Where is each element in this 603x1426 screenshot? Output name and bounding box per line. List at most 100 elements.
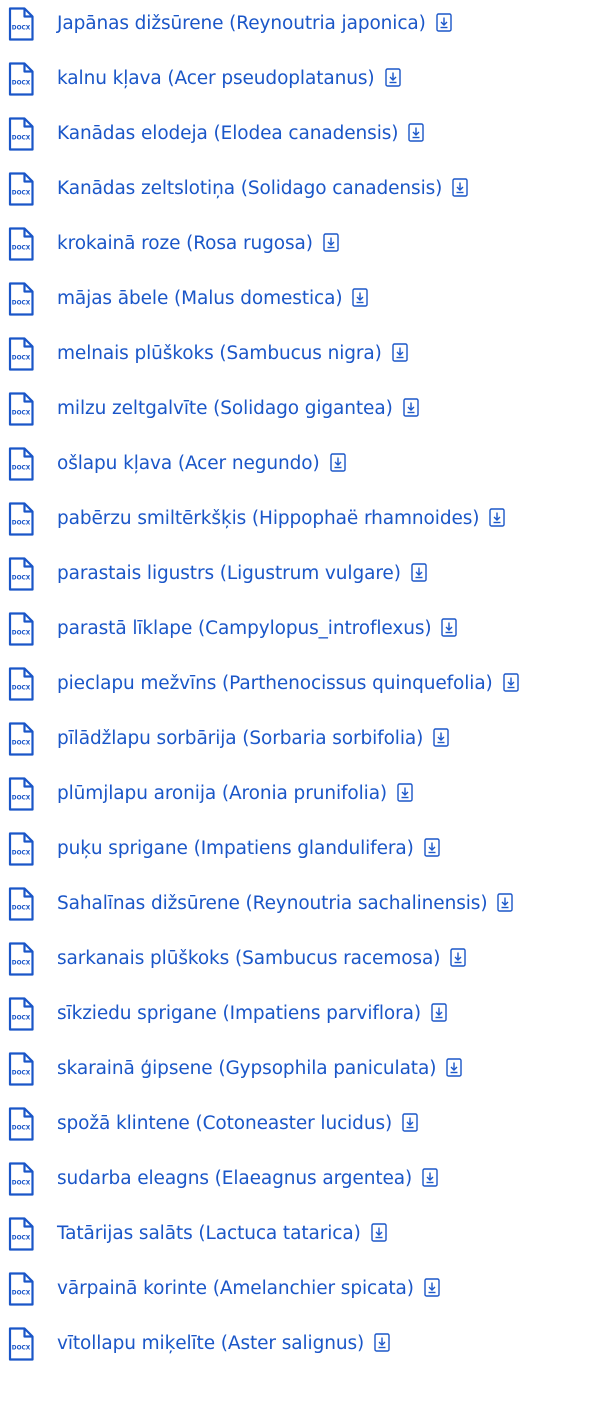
document-link[interactable]: Sahalīnas dižsūrene (Reynoutria sachalin… bbox=[57, 892, 514, 916]
file-type-badge: DOCX bbox=[12, 1071, 31, 1077]
download-icon[interactable] bbox=[402, 1113, 418, 1132]
download-icon[interactable] bbox=[497, 893, 514, 912]
document-link[interactable]: pieclapu mežvīns (Parthenocissus quinque… bbox=[57, 672, 519, 696]
docx-file-icon[interactable]: DOCX bbox=[8, 557, 34, 591]
document-link[interactable]: ošlapu kļava (Acer negundo) bbox=[57, 452, 346, 476]
download-icon[interactable] bbox=[424, 838, 440, 857]
list-item: DOCX pīlādžlapu sorbārija (Sorbaria sorbi… bbox=[0, 721, 603, 757]
document-title: kalnu kļava (Acer pseudoplatanus) bbox=[57, 68, 375, 89]
list-item: DOCX kalnu kļava (Acer pseudoplatanus) bbox=[0, 61, 603, 97]
docx-file-icon[interactable]: DOCX bbox=[8, 722, 34, 756]
document-link[interactable]: mājas ābele (Malus domestica) bbox=[57, 287, 369, 311]
document-link[interactable]: sarkanais plūškoks (Sambucus racemosa) bbox=[57, 947, 467, 971]
docx-file-icon[interactable]: DOCX bbox=[8, 942, 34, 976]
docx-file-icon[interactable]: DOCX bbox=[8, 7, 34, 41]
docx-file-icon[interactable]: DOCX bbox=[8, 172, 34, 206]
download-icon[interactable] bbox=[431, 1003, 447, 1022]
download-icon[interactable] bbox=[408, 123, 425, 142]
download-icon[interactable] bbox=[411, 563, 427, 582]
download-icon[interactable] bbox=[424, 1278, 440, 1297]
document-title: krokainā roze (Rosa rugosa) bbox=[57, 233, 313, 254]
download-icon[interactable] bbox=[450, 948, 467, 967]
list-item: DOCX plūmjlapu aronija (Aronia prunifolia… bbox=[0, 776, 603, 812]
list-item: DOCX vītollapu miķelīte (Aster salignus) bbox=[0, 1326, 603, 1362]
document-link[interactable]: vārpainā korinte (Amelanchier spicata) bbox=[57, 1277, 440, 1301]
list-item: DOCX spožā klintene (Cotoneaster lucidus) bbox=[0, 1106, 603, 1142]
download-icon[interactable] bbox=[374, 1333, 390, 1352]
document-link[interactable]: pīlādžlapu sorbārija (Sorbaria sorbifoli… bbox=[57, 727, 449, 751]
list-item: DOCX skarainā ģipsene (Gypsophila panicul… bbox=[0, 1051, 603, 1087]
download-icon[interactable] bbox=[489, 508, 506, 527]
document-link[interactable]: skarainā ģipsene (Gypsophila paniculata) bbox=[57, 1057, 463, 1081]
docx-file-icon[interactable]: DOCX bbox=[8, 777, 34, 811]
document-link[interactable]: vītollapu miķelīte (Aster salignus) bbox=[57, 1332, 390, 1356]
docx-file-icon[interactable]: DOCX bbox=[8, 227, 34, 261]
download-icon[interactable] bbox=[352, 288, 369, 307]
download-icon[interactable] bbox=[384, 68, 401, 87]
file-type-badge: DOCX bbox=[12, 1291, 31, 1297]
docx-file-icon[interactable]: DOCX bbox=[8, 282, 34, 316]
document-title: vītollapu miķelīte (Aster salignus) bbox=[57, 1333, 365, 1354]
download-icon[interactable] bbox=[446, 1058, 463, 1077]
list-item: DOCX milzu zeltgalvīte (Solidago gigantea… bbox=[0, 391, 603, 427]
download-icon[interactable] bbox=[502, 673, 519, 692]
document-link[interactable]: Tatārijas salāts (Lactuca tatarica) bbox=[57, 1222, 387, 1246]
download-icon[interactable] bbox=[329, 453, 346, 472]
file-type-badge: DOCX bbox=[12, 191, 31, 197]
document-link[interactable]: milzu zeltgalvīte (Solidago gigantea) bbox=[57, 397, 419, 421]
download-icon[interactable] bbox=[402, 398, 419, 417]
document-link[interactable]: krokainā roze (Rosa rugosa) bbox=[57, 232, 339, 256]
download-icon[interactable] bbox=[441, 618, 458, 637]
document-link[interactable]: pabērzu smiltērkšķis (Hippophaë rhamnoid… bbox=[57, 507, 506, 531]
docx-file-icon[interactable]: DOCX bbox=[8, 997, 34, 1031]
docx-file-icon[interactable]: DOCX bbox=[8, 62, 34, 96]
file-type-badge: DOCX bbox=[12, 1236, 31, 1242]
file-type-badge: DOCX bbox=[12, 906, 31, 912]
document-link[interactable]: Kanādas elodeja (Elodea canadensis) bbox=[57, 122, 425, 146]
docx-file-icon[interactable]: DOCX bbox=[8, 1162, 34, 1196]
document-title: plūmjlapu aronija (Aronia prunifolia) bbox=[57, 783, 388, 804]
document-title: parastā līklape (Campylopus_introflexus) bbox=[57, 618, 432, 639]
document-link[interactable]: Kanādas zeltslotiņa (Solidago canadensis… bbox=[57, 177, 468, 201]
docx-file-icon[interactable]: DOCX bbox=[8, 612, 34, 646]
document-title: skarainā ģipsene (Gypsophila paniculata) bbox=[57, 1058, 437, 1079]
docx-file-icon[interactable]: DOCX bbox=[8, 1327, 34, 1361]
document-link[interactable]: sīkziedu sprigane (Impatiens parviflora) bbox=[57, 1002, 447, 1026]
download-icon[interactable] bbox=[433, 728, 449, 747]
document-link[interactable]: kalnu kļava (Acer pseudoplatanus) bbox=[57, 67, 401, 91]
document-link[interactable]: parastais ligustrs (Ligustrum vulgare) bbox=[57, 562, 427, 586]
docx-file-icon[interactable]: DOCX bbox=[8, 392, 34, 426]
docx-file-icon[interactable]: DOCX bbox=[8, 887, 34, 921]
download-icon[interactable] bbox=[397, 783, 413, 802]
file-type-badge: DOCX bbox=[12, 1126, 31, 1132]
document-link[interactable]: sudarba eleagns (Elaeagnus argentea) bbox=[57, 1167, 438, 1191]
docx-file-icon[interactable]: DOCX bbox=[8, 1272, 34, 1306]
list-item: DOCX mājas ābele (Malus domestica) bbox=[0, 281, 603, 317]
docx-file-icon[interactable]: DOCX bbox=[8, 667, 34, 701]
document-link[interactable]: puķu sprigane (Impatiens glandulifera) bbox=[57, 837, 440, 861]
document-link[interactable]: spožā klintene (Cotoneaster lucidus) bbox=[57, 1112, 418, 1136]
download-icon[interactable] bbox=[323, 233, 339, 252]
download-icon[interactable] bbox=[422, 1168, 438, 1187]
document-link[interactable]: parastā līklape (Campylopus_introflexus) bbox=[57, 617, 458, 641]
list-item: DOCX pieclapu mežvīns (Parthenocissus qui… bbox=[0, 666, 603, 702]
download-icon[interactable] bbox=[452, 178, 468, 197]
download-icon[interactable] bbox=[436, 13, 452, 32]
file-type-badge: DOCX bbox=[12, 521, 31, 527]
docx-file-icon[interactable]: DOCX bbox=[8, 502, 34, 536]
docx-file-icon[interactable]: DOCX bbox=[8, 1107, 34, 1141]
document-link[interactable]: plūmjlapu aronija (Aronia prunifolia) bbox=[57, 782, 413, 806]
docx-file-icon[interactable]: DOCX bbox=[8, 1217, 34, 1251]
download-icon[interactable] bbox=[392, 343, 408, 362]
file-type-badge: DOCX bbox=[12, 1181, 31, 1187]
docx-file-icon[interactable]: DOCX bbox=[8, 1052, 34, 1086]
document-link[interactable]: melnais plūškoks (Sambucus nigra) bbox=[57, 342, 408, 366]
docx-file-icon[interactable]: DOCX bbox=[8, 117, 34, 151]
list-item: DOCX krokainā roze (Rosa rugosa) bbox=[0, 226, 603, 262]
docx-file-icon[interactable]: DOCX bbox=[8, 337, 34, 371]
list-item: DOCX Sahalīnas dižsūrene (Reynoutria sach… bbox=[0, 886, 603, 922]
docx-file-icon[interactable]: DOCX bbox=[8, 832, 34, 866]
download-icon[interactable] bbox=[370, 1223, 387, 1242]
docx-file-icon[interactable]: DOCX bbox=[8, 447, 34, 481]
document-link[interactable]: Japānas dižsūrene (Reynoutria japonica) bbox=[57, 12, 452, 36]
